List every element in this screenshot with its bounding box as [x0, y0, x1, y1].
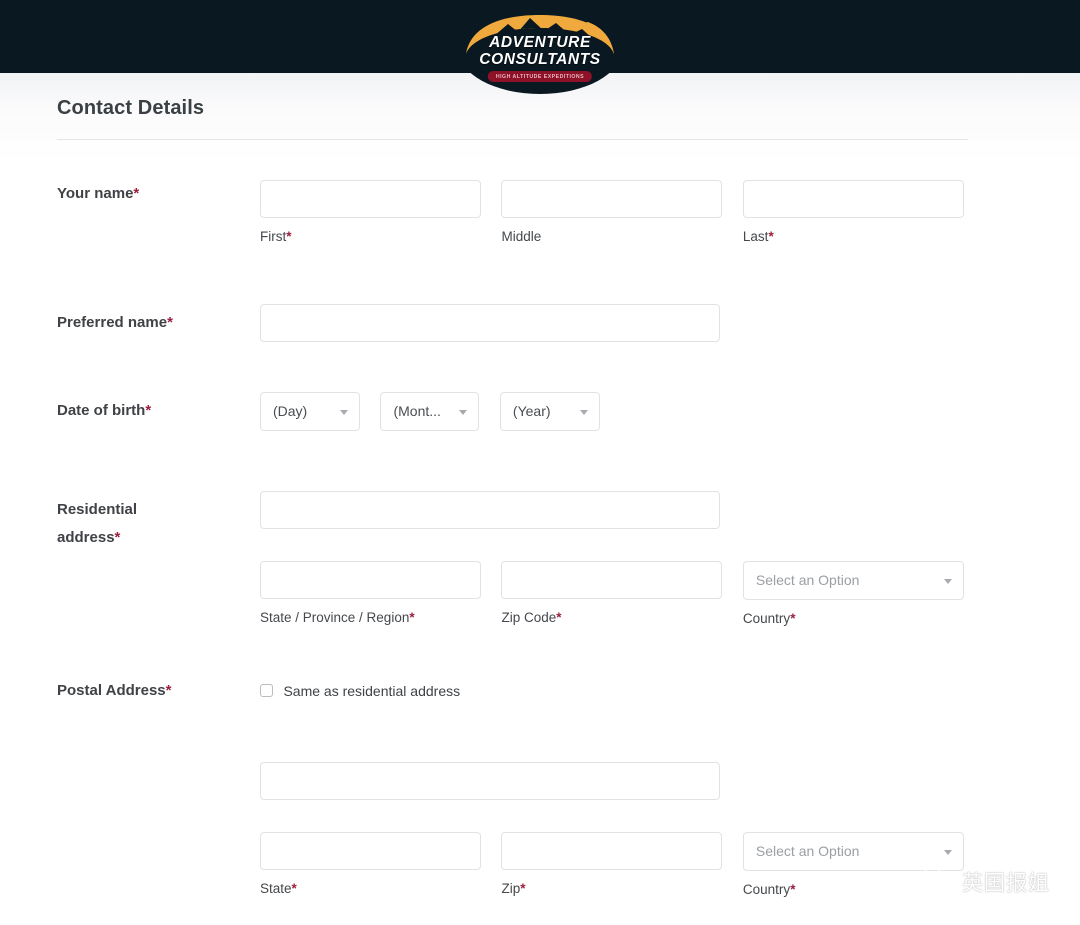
middle-name-input[interactable]	[501, 180, 723, 218]
required-asterisk: *	[114, 529, 121, 546]
chevron-down-icon	[459, 409, 468, 415]
required-asterisk: *	[291, 881, 297, 896]
postal-state-input[interactable]	[260, 832, 481, 870]
last-name-group: Last*	[742, 180, 964, 245]
chevron-down-icon	[340, 409, 348, 415]
postal-address-subrow: State* Zip* Select an Option Country*	[260, 832, 964, 898]
row-preferred-name: Preferred name*	[57, 304, 968, 366]
residential-country-sublabel: Country*	[742, 611, 796, 626]
label-residential-address: Residential address*	[57, 501, 138, 546]
dob-month-select[interactable]: (Mont...	[380, 392, 480, 431]
label-your-name: Your name*	[57, 185, 140, 202]
logo-line-1: ADVENTURE	[489, 34, 591, 51]
required-asterisk: *	[520, 881, 526, 896]
required-asterisk: *	[790, 882, 796, 897]
residential-zip-input[interactable]	[501, 561, 723, 599]
last-name-sublabel: Last*	[742, 229, 774, 244]
required-asterisk: *	[286, 229, 292, 244]
residential-state-group: State / Province / Region*	[260, 561, 481, 626]
postal-address-inputs: State* Zip* Select an Option Country*	[260, 762, 964, 898]
required-asterisk: *	[409, 610, 415, 625]
last-name-input[interactable]	[742, 180, 964, 218]
your-name-inputs: First* Middle Last*	[260, 180, 964, 245]
watermark-text: 英国报姐	[962, 871, 1050, 895]
postal-zip-sublabel: Zip*	[501, 881, 526, 896]
middle-name-group: Middle	[501, 180, 723, 245]
residential-zip-sublabel: Zip Code*	[501, 610, 562, 625]
residential-zip-group: Zip Code*	[501, 561, 723, 626]
residential-address-inputs: State / Province / Region* Zip Code* Sel…	[260, 491, 964, 627]
required-asterisk: *	[167, 314, 173, 331]
label-postal-address: Postal Address*	[57, 682, 172, 699]
row-date-of-birth: Date of birth* (Day) (Mont... (Year)	[57, 392, 968, 454]
postal-country-select[interactable]: Select an Option	[742, 832, 964, 871]
site-header: ADVENTURE CONSULTANTS HIGH ALTITUDE EXPE…	[0, 0, 1080, 94]
postal-state-group: State*	[260, 832, 481, 897]
required-asterisk: *	[165, 682, 172, 699]
required-asterisk: *	[556, 610, 562, 625]
postal-country-value: Select an Option	[755, 843, 860, 859]
chevron-down-icon	[943, 578, 952, 584]
first-name-sublabel: First*	[260, 229, 292, 244]
same-as-residential-checkbox[interactable]	[260, 684, 273, 698]
postal-zip-input[interactable]	[501, 832, 723, 870]
logo-wordmark: ADVENTURE CONSULTANTS	[458, 34, 622, 68]
required-asterisk: *	[790, 611, 796, 626]
site-logo[interactable]: ADVENTURE CONSULTANTS HIGH ALTITUDE EXPE…	[458, 4, 622, 94]
row-residential-address: Residential address* State / Province / …	[57, 491, 968, 649]
required-asterisk: *	[768, 229, 774, 244]
chevron-down-icon	[943, 849, 952, 855]
logo-tagline-badge: HIGH ALTITUDE EXPEDITIONS	[487, 71, 593, 82]
middle-name-sublabel: Middle	[501, 229, 542, 244]
residential-address-subrow: State / Province / Region* Zip Code* Sel…	[260, 561, 964, 627]
required-asterisk: *	[133, 185, 140, 202]
residential-country-value: Select an Option	[755, 572, 860, 588]
postal-country-group: Select an Option Country*	[742, 832, 964, 898]
first-name-input[interactable]	[260, 180, 481, 218]
postal-street-input[interactable]	[260, 762, 720, 800]
required-asterisk: *	[145, 402, 152, 419]
label-preferred-name: Preferred name*	[57, 314, 173, 331]
logo-line-2: CONSULTANTS	[479, 51, 601, 68]
chevron-down-icon	[579, 409, 588, 415]
dob-year-select[interactable]: (Year)	[499, 392, 600, 431]
row-your-name: Your name* First* Middle Last*	[57, 180, 968, 280]
row-postal-address: Postal Address* Same as residential addr…	[57, 677, 968, 897]
residential-country-group: Select an Option Country*	[742, 561, 964, 627]
preferred-name-inputs	[260, 304, 720, 342]
contact-details-form: Contact Details Your name* First* Middle…	[57, 73, 968, 897]
residential-state-sublabel: State / Province / Region*	[260, 610, 415, 625]
postal-zip-group: Zip*	[501, 832, 723, 897]
same-as-residential-label: Same as residential address	[283, 682, 461, 699]
residential-country-select[interactable]: Select an Option	[742, 561, 964, 600]
first-name-group: First*	[260, 180, 481, 245]
preferred-name-input[interactable]	[260, 304, 720, 342]
same-as-residential-row[interactable]: Same as residential address	[260, 682, 460, 700]
date-of-birth-selects: (Day) (Mont... (Year)	[260, 392, 600, 431]
postal-country-sublabel: Country*	[742, 882, 796, 897]
form-page: Contact Details Your name* First* Middle…	[0, 73, 1080, 925]
residential-street-input[interactable]	[260, 491, 720, 529]
postal-state-sublabel: State*	[260, 881, 297, 896]
residential-state-input[interactable]	[260, 561, 481, 599]
label-date-of-birth: Date of birth*	[57, 402, 152, 419]
dob-day-select[interactable]: (Day)	[260, 392, 360, 431]
title-divider	[57, 139, 968, 140]
